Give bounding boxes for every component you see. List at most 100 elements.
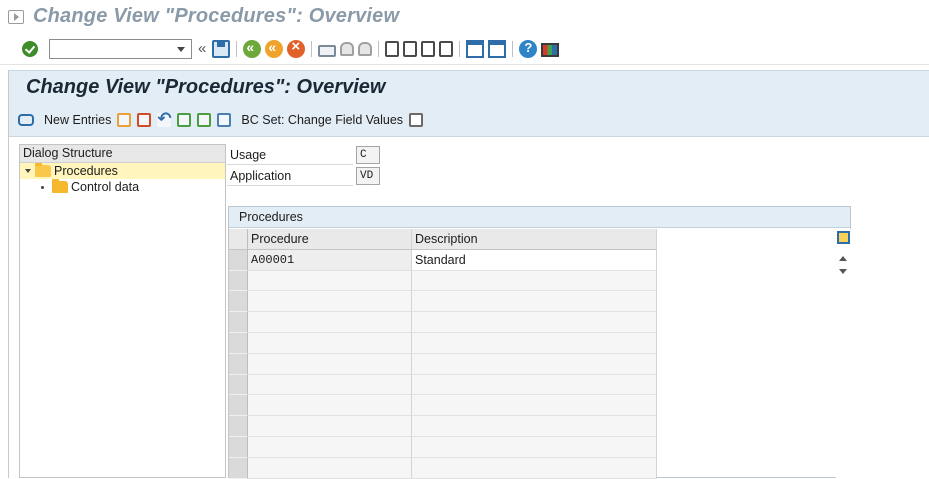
enter-icon[interactable] [22,40,38,57]
row-selector[interactable] [229,436,248,458]
collapse-toolbar-icon[interactable]: « [198,40,206,57]
description-cell[interactable] [412,332,657,354]
display-change-icon[interactable] [18,113,34,126]
select-block-icon[interactable] [197,112,212,127]
description-cell[interactable] [412,353,657,375]
row-selector[interactable] [229,457,248,479]
description-cell[interactable] [412,457,657,479]
application-value: VD [356,167,380,185]
title-bar: Change View "Procedures": Overview [0,0,929,33]
row-selector[interactable] [229,270,248,292]
select-all-icon[interactable] [177,112,192,127]
delete-icon[interactable] [137,112,152,127]
table-title: Procedures [229,207,850,228]
procedure-cell[interactable] [248,312,412,333]
row-selector[interactable] [229,249,248,271]
tree-item-procedures[interactable]: Procedures [20,163,225,179]
procedure-cell[interactable]: A00001 [248,249,412,271]
table-row [229,332,834,354]
vertical-scrollbar[interactable] [836,229,851,479]
last-page-icon[interactable] [439,40,454,57]
procedure-cell[interactable] [248,436,412,458]
description-cell[interactable]: Standard [412,249,657,271]
description-cell[interactable] [412,312,657,333]
usage-value: C [356,146,380,164]
table-header-row: Procedure Description [229,229,834,250]
table-row [229,353,834,375]
select-all-rows-cell[interactable] [229,229,248,250]
application-toolbar: New Entries BC Set: Change Field Values [9,103,929,137]
usage-field-row: Usage C [227,144,380,166]
cancel-icon[interactable] [287,38,306,58]
table-row [229,374,834,396]
exit-icon[interactable] [265,39,284,58]
description-cell[interactable] [412,436,657,458]
table-row: A00001 Standard [229,249,834,271]
description-cell[interactable] [412,374,657,396]
folder-open-icon [35,163,51,177]
print-icon[interactable] [318,44,337,57]
description-cell[interactable] [412,395,657,417]
procedure-cell[interactable] [248,374,412,396]
help-icon[interactable] [519,39,538,58]
description-cell[interactable] [412,270,657,292]
dialog-structure-panel: Dialog Structure Procedures Control data [19,144,226,478]
row-selector[interactable] [229,291,248,313]
table-grid: Procedure Description A00001 Standard [229,229,834,479]
undo-change-icon[interactable] [157,109,172,129]
row-selector[interactable] [229,332,248,354]
save-icon[interactable] [212,39,231,58]
create-session-icon[interactable] [466,39,485,58]
table-row [229,312,834,333]
next-page-icon[interactable] [421,40,436,57]
application-label: Application [227,166,353,186]
first-page-icon[interactable] [385,40,400,57]
procedure-cell[interactable] [248,291,412,313]
customize-layout-icon[interactable] [541,42,560,57]
menu-icon[interactable] [8,9,24,24]
table-settings-icon[interactable] [837,231,850,244]
table-row [229,291,834,313]
previous-page-icon[interactable] [403,40,418,57]
shortcut-icon[interactable] [488,39,507,58]
deselect-all-icon[interactable] [217,112,232,127]
copy-as-icon[interactable] [117,112,132,127]
row-selector[interactable] [229,312,248,333]
procedure-cell[interactable] [248,416,412,437]
back-icon[interactable] [243,39,262,58]
bc-set-change-field-values-button[interactable]: BC Set: Change Field Values [241,113,403,127]
description-cell[interactable] [412,416,657,437]
command-input[interactable] [50,39,165,58]
command-field[interactable] [49,38,192,59]
row-selector[interactable] [229,416,248,437]
tree-item-control-data[interactable]: Control data [20,179,225,195]
chevron-down-icon[interactable] [177,46,185,52]
new-entries-button[interactable]: New Entries [44,113,111,127]
column-header-procedure[interactable]: Procedure [248,229,412,250]
procedure-cell[interactable] [248,395,412,417]
procedure-cell[interactable] [248,270,412,292]
description-cell[interactable] [412,291,657,313]
procedure-cell[interactable] [248,353,412,375]
procedure-cell[interactable] [248,332,412,354]
row-selector[interactable] [229,374,248,396]
document-glasses-icon[interactable] [409,112,424,127]
expand-toggle-icon[interactable] [25,169,31,173]
toolbar-separator [512,40,514,57]
table-row [229,457,834,479]
row-selector[interactable] [229,395,248,417]
table-row [229,416,834,437]
procedure-cell[interactable] [248,457,412,479]
usage-label: Usage [227,145,353,165]
standard-toolbar: « [0,33,929,65]
page-title: Change View "Procedures": Overview [26,75,386,98]
tree-item-label: Control data [71,180,140,194]
scroll-down-icon[interactable] [839,269,847,274]
find-next-icon[interactable] [358,41,373,56]
tree-item-label: Procedures [54,164,118,178]
screen-header: Change View "Procedures": Overview [9,70,929,103]
column-header-description[interactable]: Description [412,229,657,250]
scroll-up-icon[interactable] [839,256,847,261]
row-selector[interactable] [229,353,248,375]
find-icon[interactable] [340,41,355,56]
